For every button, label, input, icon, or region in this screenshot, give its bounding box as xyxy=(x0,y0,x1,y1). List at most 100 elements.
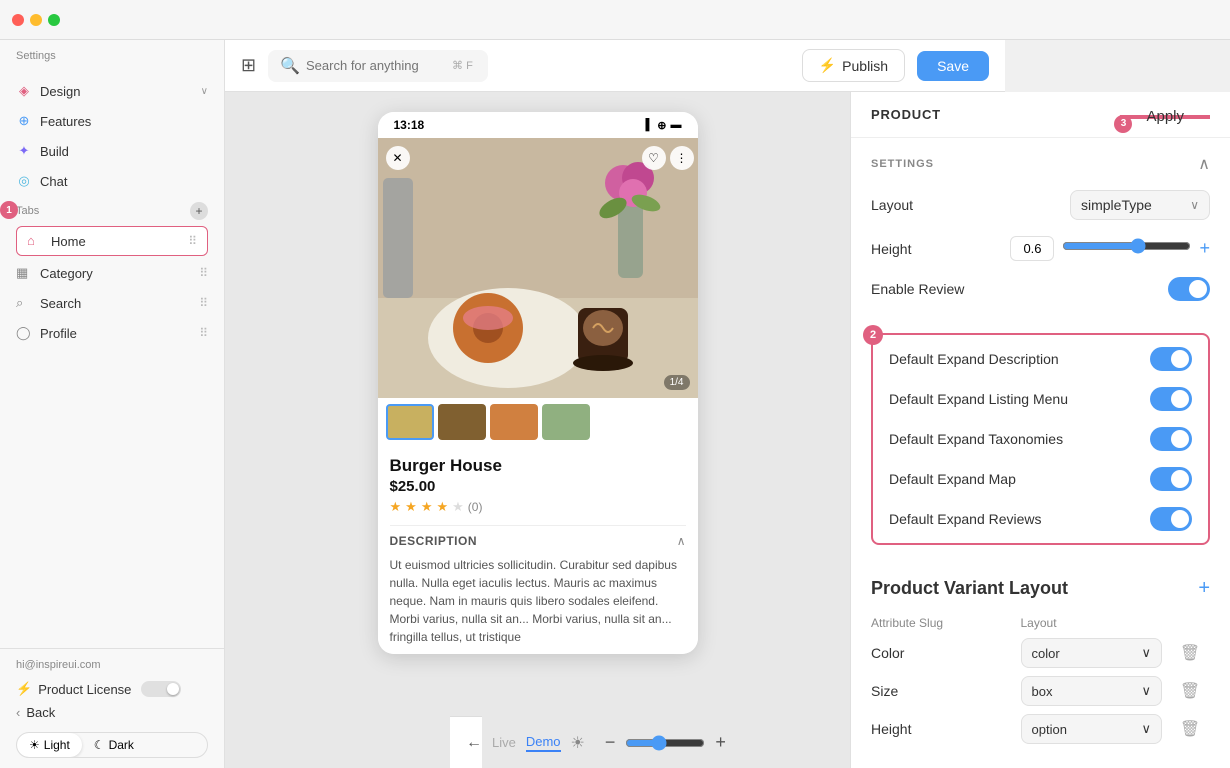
lightning-icon: ⚡ xyxy=(16,681,32,697)
design-icon: ◈ xyxy=(16,83,32,99)
thumbnail-3[interactable] xyxy=(490,404,538,440)
search-bar[interactable]: 🔍 ⌘ F xyxy=(268,50,488,82)
layout-dropdown[interactable]: simpleType ∨ xyxy=(1070,190,1210,220)
expand-listing-row: Default Expand Listing Menu xyxy=(889,387,1192,411)
product-license-label: Product License xyxy=(38,682,131,697)
panel-title: PRODUCT xyxy=(871,107,941,122)
tab-home[interactable]: ⌂ Home ⠿ xyxy=(16,226,208,256)
phone-preview: 13:18 ▌ ⊕ ▬ xyxy=(225,92,850,768)
expand-taxonomies-toggle[interactable] xyxy=(1150,427,1192,451)
height-control: 0.6 + xyxy=(1010,236,1210,261)
sidebar-item-design[interactable]: ◈ Design ∨ xyxy=(0,76,224,106)
light-theme-button[interactable]: ☀ Light xyxy=(17,733,82,757)
height-slider[interactable] xyxy=(1062,238,1191,254)
expand-listing-toggle[interactable] xyxy=(1150,387,1192,411)
grid-menu-icon[interactable]: ⊞ xyxy=(241,55,256,76)
height-layout-value: option xyxy=(1032,722,1067,737)
back-button[interactable]: ‹ Back xyxy=(16,701,208,724)
sidebar-item-build[interactable]: ✦ Build xyxy=(0,136,224,166)
tab-profile[interactable]: ◯ Profile ⠿ xyxy=(0,318,224,348)
search-input[interactable] xyxy=(306,58,446,73)
delete-height-button[interactable]: 🗑 xyxy=(1170,719,1210,739)
product-license-button[interactable]: ⚡ Product License xyxy=(16,677,208,701)
expand-reviews-toggle[interactable] xyxy=(1150,507,1192,531)
enable-review-toggle[interactable] xyxy=(1168,277,1210,301)
variant-header: Product Variant Layout + xyxy=(871,577,1210,600)
zoom-plus-icon[interactable]: + xyxy=(715,732,726,753)
minimize-button[interactable] xyxy=(30,14,42,26)
close-button[interactable] xyxy=(12,14,24,26)
expand-description-label: Default Expand Description xyxy=(889,351,1059,367)
close-image-button[interactable]: ✕ xyxy=(386,146,410,170)
height-layout-dropdown[interactable]: option ∨ xyxy=(1021,714,1163,744)
highlight-badge: 2 xyxy=(863,325,883,345)
sidebar-item-chat[interactable]: ◎ Chat xyxy=(0,166,224,196)
layout-row: Layout simpleType ∨ xyxy=(871,190,1210,220)
add-tab-button[interactable]: + xyxy=(190,202,208,220)
collapse-icon[interactable]: ∧ xyxy=(1198,154,1210,174)
chat-label: Chat xyxy=(40,174,208,189)
expand-listing-label: Default Expand Listing Menu xyxy=(889,391,1068,407)
delete-color-button[interactable]: 🗑 xyxy=(1170,643,1210,663)
expand-reviews-row: Default Expand Reviews xyxy=(889,507,1192,531)
expand-description-row: Default Expand Description xyxy=(889,347,1192,371)
chat-icon: ◎ xyxy=(16,173,32,189)
zoom-minus-icon[interactable]: − xyxy=(605,732,616,753)
back-label: Back xyxy=(26,705,55,720)
wifi-icon: ⊕ xyxy=(657,119,666,132)
expand-reviews-label: Default Expand Reviews xyxy=(889,511,1042,527)
variant-add-button[interactable]: + xyxy=(1198,577,1210,600)
description-header[interactable]: DESCRIPTION ∧ xyxy=(390,525,686,556)
expand-description-toggle[interactable] xyxy=(1150,347,1192,371)
right-panel: PRODUCT 3 Apply SETTINGS ∧ xyxy=(850,92,1230,768)
sidebar-footer: hi@inspireui.com ⚡ Product License ‹ Bac… xyxy=(0,648,224,768)
drag-handle-icon: ⠿ xyxy=(199,326,208,340)
product-info: Burger House $25.00 ★ ★ ★ ★ ★ (0) xyxy=(378,446,698,525)
fullscreen-button[interactable] xyxy=(48,14,60,26)
live-mode-label[interactable]: Live xyxy=(492,735,516,750)
traffic-lights xyxy=(12,14,60,26)
color-layout-value: color xyxy=(1032,646,1060,661)
features-label: Features xyxy=(40,114,208,129)
search-icon: 🔍 xyxy=(280,56,300,76)
publish-button[interactable]: ⚡ Publish xyxy=(802,49,905,82)
preview-back-icon[interactable]: ← xyxy=(466,734,482,752)
height-plus-icon[interactable]: + xyxy=(1199,238,1210,259)
demo-mode-label[interactable]: Demo xyxy=(526,734,561,752)
build-label: Build xyxy=(40,144,208,159)
thumbnail-4[interactable] xyxy=(542,404,590,440)
delete-size-button[interactable]: 🗑 xyxy=(1170,681,1210,701)
dark-theme-button[interactable]: ☾ Dark xyxy=(82,733,146,757)
toggle-slider xyxy=(1150,467,1192,491)
layout-col-header: Layout xyxy=(1021,616,1163,630)
sidebar-nav: ◈ Design ∨ ⊕ Features ✦ Build ◎ Chat xyxy=(0,76,224,648)
settings-section-label: SETTINGS xyxy=(871,158,934,170)
tab-search[interactable]: ⌕ Search ⠿ xyxy=(0,288,224,318)
expand-map-toggle[interactable] xyxy=(1150,467,1192,491)
height-input[interactable]: 0.6 xyxy=(1010,236,1054,261)
apply-button[interactable]: 3 Apply xyxy=(1120,115,1210,119)
variant-row-height: Height option ∨ 🗑 xyxy=(871,714,1210,744)
description-chevron-icon: ∧ xyxy=(677,534,686,548)
color-layout-dropdown[interactable]: color ∨ xyxy=(1021,638,1163,668)
size-layout-dropdown[interactable]: box ∨ xyxy=(1021,676,1163,706)
favorite-button[interactable]: ♡ xyxy=(642,146,666,170)
settings-section: SETTINGS ∧ Layout simpleType ∨ xyxy=(851,138,1230,333)
theme-switcher[interactable]: ☀ Light ☾ Dark xyxy=(16,732,208,758)
more-options-button[interactable]: ⋮ xyxy=(670,146,694,170)
variant-row-color: Color color ∨ 🗑 xyxy=(871,638,1210,668)
description-text: Ut euismod ultricies sollicitudin. Curab… xyxy=(390,556,686,646)
phone-status-icons: ▌ ⊕ ▬ xyxy=(645,119,681,132)
search-tab-label: Search xyxy=(40,296,191,311)
tab-category[interactable]: ▦ Category ⠿ xyxy=(0,258,224,288)
battery-icon: ▬ xyxy=(671,119,682,131)
drag-handle-icon: ⠿ xyxy=(199,266,208,280)
sidebar-item-features[interactable]: ⊕ Features xyxy=(0,106,224,136)
save-button[interactable]: Save xyxy=(917,51,989,81)
zoom-slider[interactable] xyxy=(625,735,705,751)
product-price: $25.00 xyxy=(390,478,686,495)
thumbnail-1[interactable] xyxy=(386,404,434,440)
thumbnail-2[interactable] xyxy=(438,404,486,440)
titlebar xyxy=(0,0,1230,40)
variant-column-headers: Attribute Slug Layout xyxy=(871,616,1210,630)
